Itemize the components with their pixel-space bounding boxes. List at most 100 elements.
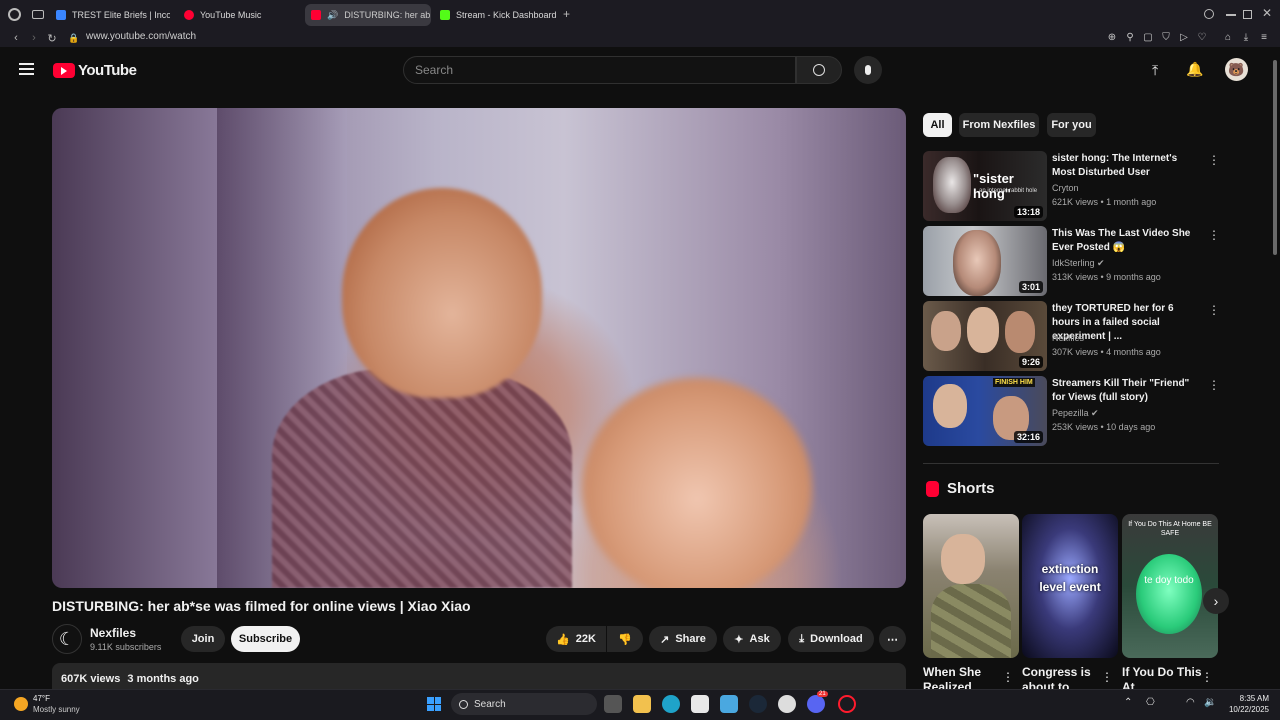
- more-options-icon[interactable]: ⋮: [1208, 228, 1220, 242]
- zoom-icon[interactable]: ⊕: [1106, 31, 1118, 43]
- more-options-icon[interactable]: ⋮: [1208, 378, 1220, 392]
- tab-disturbing-video[interactable]: 🔊 DISTURBING: her ab: [305, 4, 431, 26]
- video-thumbnail[interactable]: 3:01: [923, 226, 1047, 296]
- speaker-icon[interactable]: 🔊: [327, 10, 338, 21]
- recommendation-title[interactable]: This Was The Last Video She Ever Posted …: [1052, 227, 1202, 255]
- tab-manager-icon[interactable]: [32, 10, 44, 19]
- recommendation-title[interactable]: sister hong: The Internet's Most Disturb…: [1052, 152, 1202, 180]
- volume-icon[interactable]: 🔉: [1204, 697, 1216, 708]
- video-thumbnail[interactable]: "sister hong" an internet rabbit hole 13…: [923, 151, 1047, 221]
- chip-all[interactable]: All: [923, 113, 952, 137]
- search-button[interactable]: [796, 56, 842, 84]
- short-thumbnail[interactable]: [923, 514, 1019, 658]
- dislike-button[interactable]: 👎: [607, 626, 643, 652]
- wifi-icon[interactable]: ◠: [1186, 697, 1195, 708]
- restore-icon[interactable]: [1243, 10, 1252, 19]
- clock-time[interactable]: 8:35 AM: [1225, 694, 1269, 703]
- short-thumbnail[interactable]: extinction level event: [1022, 514, 1118, 658]
- notepad-icon[interactable]: [720, 695, 738, 713]
- video-thumbnail[interactable]: 9:26: [923, 301, 1047, 371]
- recommendation-item[interactable]: 9:26 they TORTURED her for 6 hours in a …: [923, 301, 1220, 371]
- shorts-next-button[interactable]: ›: [1203, 588, 1229, 614]
- chip-for-you[interactable]: For you: [1047, 113, 1096, 137]
- youtube-logo[interactable]: YouTube: [53, 62, 137, 79]
- clock-date[interactable]: 10/22/2025: [1218, 705, 1269, 714]
- notifications-bell-icon[interactable]: 🔔: [1186, 61, 1203, 78]
- edge-icon[interactable]: [662, 695, 680, 713]
- join-button[interactable]: Join: [181, 626, 225, 652]
- back-icon[interactable]: ‹: [8, 29, 24, 47]
- url-field[interactable]: www.youtube.com/watch: [86, 31, 196, 42]
- windows-start-icon[interactable]: [425, 695, 443, 713]
- menu-icon[interactable]: ≡: [1258, 31, 1270, 43]
- tab-kick-dashboard[interactable]: Stream - Kick Dashboard: [434, 4, 560, 26]
- recommendation-channel[interactable]: IdkSterling ✔: [1052, 258, 1105, 269]
- share-button[interactable]: ↗ Share: [649, 626, 717, 652]
- browser-menu-icon[interactable]: [8, 8, 21, 21]
- tray-chevron-icon[interactable]: ⌃: [1124, 697, 1132, 708]
- search-input[interactable]: Search: [403, 56, 796, 84]
- account-avatar[interactable]: 🐻: [1225, 58, 1248, 81]
- github-icon[interactable]: [778, 695, 796, 713]
- short-figure: [1136, 554, 1202, 634]
- play-icon[interactable]: ▷: [1178, 31, 1190, 43]
- more-actions-button[interactable]: ⋯: [879, 626, 906, 652]
- more-options-icon[interactable]: ⋮: [1101, 670, 1113, 684]
- download-button[interactable]: ⤓ Download: [788, 626, 874, 652]
- pin-icon[interactable]: ⚲: [1124, 31, 1136, 43]
- recommendation-channel[interactable]: Cryton: [1052, 183, 1079, 193]
- weather-sun-icon[interactable]: [14, 697, 28, 711]
- file-explorer-icon[interactable]: [633, 695, 651, 713]
- shield-icon[interactable]: ⛉: [1160, 31, 1172, 43]
- tab-trest[interactable]: TREST Elite Briefs | Incon: [50, 4, 170, 26]
- steam-icon[interactable]: [749, 695, 767, 713]
- ask-button[interactable]: ✦ Ask: [723, 626, 781, 652]
- snapshot-icon[interactable]: ▢: [1142, 31, 1154, 43]
- recommendation-channel[interactable]: Nexfiles: [1052, 333, 1084, 343]
- weather-description[interactable]: Mostly sunny: [33, 705, 80, 714]
- close-icon[interactable]: ✕: [1262, 6, 1272, 20]
- video-player[interactable]: [52, 108, 906, 588]
- recommendation-channel[interactable]: Pepezilla ✔: [1052, 408, 1099, 419]
- taskbar-search[interactable]: Search: [451, 693, 597, 715]
- more-options-icon[interactable]: ⋮: [1208, 303, 1220, 317]
- video-thumbnail[interactable]: FINISH HIM 32:16: [923, 376, 1047, 446]
- video-frame-figure: [582, 378, 812, 588]
- recommendation-item[interactable]: FINISH HIM 32:16 Streamers Kill Their "F…: [923, 376, 1220, 446]
- thumbnail-face: [967, 307, 999, 353]
- recommendation-item[interactable]: 3:01 This Was The Last Video She Ever Po…: [923, 226, 1220, 296]
- heart-icon[interactable]: ♡: [1196, 31, 1208, 43]
- chip-from-nexfiles[interactable]: From Nexfiles: [959, 113, 1039, 137]
- tab-youtube-music[interactable]: YouTube Music: [178, 4, 298, 26]
- weather-temperature[interactable]: 47°F: [33, 694, 50, 703]
- channel-avatar[interactable]: ☾: [52, 624, 82, 654]
- minimize-icon[interactable]: [1226, 14, 1236, 16]
- channel-name[interactable]: Nexfiles: [90, 626, 136, 640]
- wallet-icon[interactable]: ⌂: [1222, 31, 1234, 43]
- description-box[interactable]: 607K views 3 months ago: [52, 663, 906, 689]
- task-view-icon[interactable]: [604, 695, 622, 713]
- reload-icon[interactable]: ↻: [44, 29, 60, 47]
- short-top-text: If You Do This At Home BE SAFE: [1128, 521, 1212, 537]
- subscribe-button[interactable]: Subscribe: [231, 626, 300, 652]
- forward-icon[interactable]: ›: [26, 29, 42, 47]
- more-options-icon[interactable]: ⋮: [1208, 153, 1220, 167]
- page-scrollbar[interactable]: [1273, 60, 1277, 255]
- download-icon[interactable]: ⤓: [1240, 31, 1252, 43]
- hamburger-menu-icon[interactable]: [19, 63, 34, 75]
- network-icon[interactable]: ⎔: [1146, 697, 1155, 708]
- address-bar: ‹ › ↻ 🔒 www.youtube.com/watch ⊕ ⚲ ▢ ⛉ ▷ …: [0, 29, 1280, 47]
- discord-icon[interactable]: 21: [807, 691, 828, 713]
- upload-icon[interactable]: ⤒: [1152, 62, 1158, 79]
- recommendation-title[interactable]: Streamers Kill Their "Friend" for Views …: [1052, 377, 1202, 405]
- opera-icon[interactable]: [838, 695, 856, 713]
- like-button[interactable]: 👍 22K: [546, 626, 606, 652]
- browser-search-icon[interactable]: [1204, 9, 1214, 19]
- more-options-icon[interactable]: ⋮: [1201, 670, 1213, 684]
- voice-search-button[interactable]: [854, 56, 882, 84]
- app-icon[interactable]: [691, 695, 709, 713]
- recommendation-item[interactable]: "sister hong" an internet rabbit hole 13…: [923, 151, 1220, 221]
- more-options-icon[interactable]: ⋮: [1002, 670, 1014, 684]
- short-thumbnail[interactable]: If You Do This At Home BE SAFE te doy to…: [1122, 514, 1218, 658]
- new-tab-button[interactable]: +: [563, 7, 570, 21]
